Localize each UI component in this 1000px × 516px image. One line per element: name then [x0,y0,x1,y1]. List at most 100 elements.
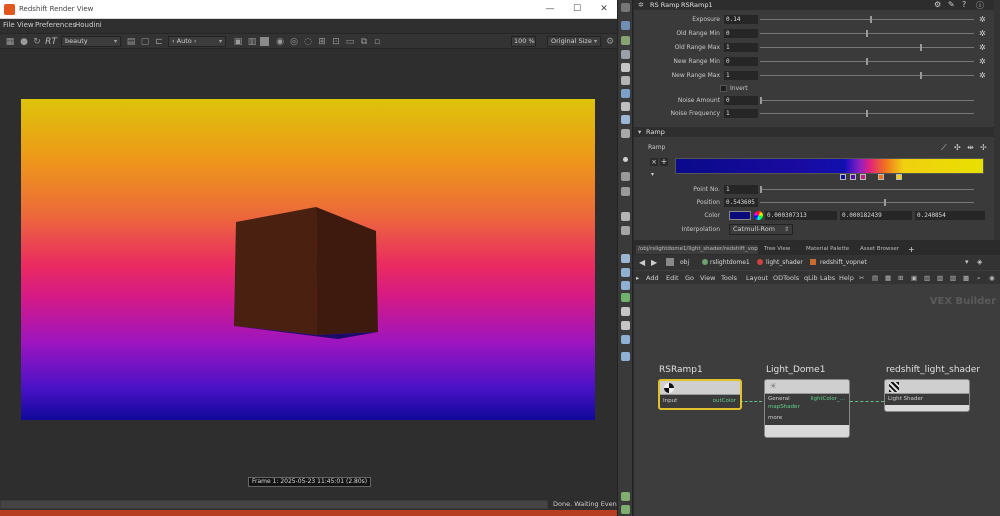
position-slider[interactable] [760,199,974,206]
grid-tool-icon[interactable] [621,76,630,85]
position-field[interactable]: 0.543605 [724,198,758,207]
tools-icon[interactable]: ✂ [859,274,864,282]
ramp-edit-icon[interactable]: ⟋ [941,143,947,153]
layers-tool-icon[interactable] [621,268,630,277]
target-icon[interactable]: ◎ [289,37,299,47]
channel-icon[interactable]: ▥ [247,37,257,47]
camera-select[interactable]: ‹ Auto › ▾ [168,36,226,47]
light-dome1-node[interactable]: ☀ General mapShader more lightColor_... [764,379,850,438]
ramp-key[interactable] [878,174,884,180]
help-icon[interactable]: ? [962,0,966,9]
lock-icon[interactable]: ▣ [233,37,243,47]
save-icon[interactable]: ▫ [372,37,382,47]
eraser-tool-icon[interactable] [621,226,630,235]
frame-icon[interactable]: ▩ [963,274,969,282]
menu-file[interactable]: File [3,21,15,29]
clapper-icon[interactable]: ▦ [5,37,15,47]
brush-tool-icon[interactable] [621,187,630,196]
menu-houdini[interactable]: Houdini [75,21,102,29]
layout-icon[interactable]: ▦ [885,274,891,282]
rsramp1-node[interactable]: Input outColor [658,379,742,410]
settings-icon[interactable]: ⚙ [605,37,615,47]
menu-view[interactable]: View [700,274,715,282]
aov-select[interactable]: beauty ▾ [61,36,121,47]
old-range-max-field[interactable]: 1 [724,43,758,52]
invert-checkbox[interactable] [720,85,727,92]
crop-icon[interactable]: ⊏ [154,37,164,47]
menu-preferences[interactable]: Preferences [35,21,76,29]
align-icon[interactable]: ▥ [924,274,930,282]
settings-icon[interactable]: ⚙ [934,0,941,9]
cube-tool-icon[interactable] [621,307,630,316]
tab-network-path[interactable]: /obj/rslightdome1/light_shader/redshift_… [636,245,758,254]
handle-tool-icon[interactable] [621,50,630,59]
ramp-key[interactable] [860,174,866,180]
render-canvas[interactable] [21,99,595,420]
input-port-label[interactable]: Input [663,398,677,404]
noise-frequency-slider[interactable] [760,110,974,117]
snapshot-icon[interactable]: ▭ [345,37,355,47]
tab-asset-browser[interactable]: Asset Browser [858,245,901,254]
paint-tool-icon[interactable] [621,212,630,221]
snap-tool-icon[interactable] [621,115,630,124]
sphere-tool-icon[interactable] [621,63,630,72]
menu-qlib[interactable]: qLib [804,274,818,282]
interpolation-select[interactable]: Catmull-Rom ⇕ [729,224,793,235]
ramp-key[interactable] [896,174,902,180]
new-range-max-slider[interactable] [760,72,974,79]
geo-tool-icon[interactable] [621,293,630,302]
input-port-label[interactable]: Light Shader [888,396,923,402]
menu-view[interactable]: View [17,21,34,29]
new-range-max-field[interactable]: 1 [724,71,758,80]
new-range-min-field[interactable]: 0 [724,57,758,66]
play-icon[interactable]: ● [19,37,29,47]
copy-icon[interactable]: ⧉ [359,37,369,47]
gear-icon[interactable]: ✲ [979,43,986,52]
view-tool-icon[interactable] [621,21,630,30]
light-tool-icon[interactable] [621,102,630,111]
path-dropdown-icon[interactable]: ▾ [965,258,969,266]
path-obj[interactable]: obj [680,259,689,266]
path-light-shader[interactable]: light_shader [766,259,803,266]
grid-icon[interactable]: ▤ [126,37,136,47]
old-range-min-slider[interactable] [760,30,974,37]
exposure-slider[interactable] [760,16,974,23]
stack-tool-icon[interactable] [621,281,630,290]
flip-tool-icon[interactable] [621,254,630,263]
gear-icon[interactable]: ✲ [638,1,644,9]
dot-tool-icon[interactable] [621,129,630,138]
redshift-light-shader-node[interactable]: Light Shader [884,379,970,412]
ramp-add-icon[interactable]: ✢ [980,143,987,152]
color-r-field[interactable]: 0.000307313 [765,211,837,220]
camera-tool-icon[interactable] [621,89,630,98]
flag-icon[interactable]: ▨ [950,274,956,282]
zoom-field[interactable]: 100 % [511,36,536,47]
home-icon[interactable] [666,258,674,266]
cylinder-tool-icon[interactable] [621,321,630,330]
node-canvas[interactable]: VEX Builder RSRamp1 Input outColor Light… [634,284,1000,516]
grid-view-icon[interactable] [621,492,630,501]
focus-icon[interactable]: ◌ [303,37,313,47]
minimize-button[interactable]: — [544,4,556,14]
color-ramp[interactable] [675,158,984,174]
ramp-key[interactable] [850,174,856,180]
point-tool-icon[interactable] [623,157,628,162]
add-point-button[interactable]: + [660,158,668,166]
menu-tools[interactable]: Tools [721,274,737,282]
expand-icon[interactable]: ⊞ [317,37,327,47]
output-port-label[interactable]: lightColor_... [810,396,845,402]
ramp-move-icon[interactable]: ✣ [954,143,961,152]
tab-material-palette[interactable]: Material Palette [804,245,851,254]
ramp-menu-icon[interactable]: ▾ [651,171,654,178]
more-ports-label[interactable]: more [768,415,782,421]
point-no-slider[interactable] [760,186,974,193]
refresh-icon[interactable]: ↻ [32,37,42,47]
tab-tree-view[interactable]: Tree View [762,245,792,254]
menu-add[interactable]: Add [646,274,659,282]
input-port-label[interactable]: General [768,396,790,402]
noise-amount-slider[interactable] [760,97,974,104]
ramp-flip-icon[interactable]: ⇹ [967,143,974,152]
ramp-key[interactable] [840,174,846,180]
gear-icon[interactable]: ✲ [979,15,986,24]
sphere-icon[interactable]: ◉ [275,37,285,47]
